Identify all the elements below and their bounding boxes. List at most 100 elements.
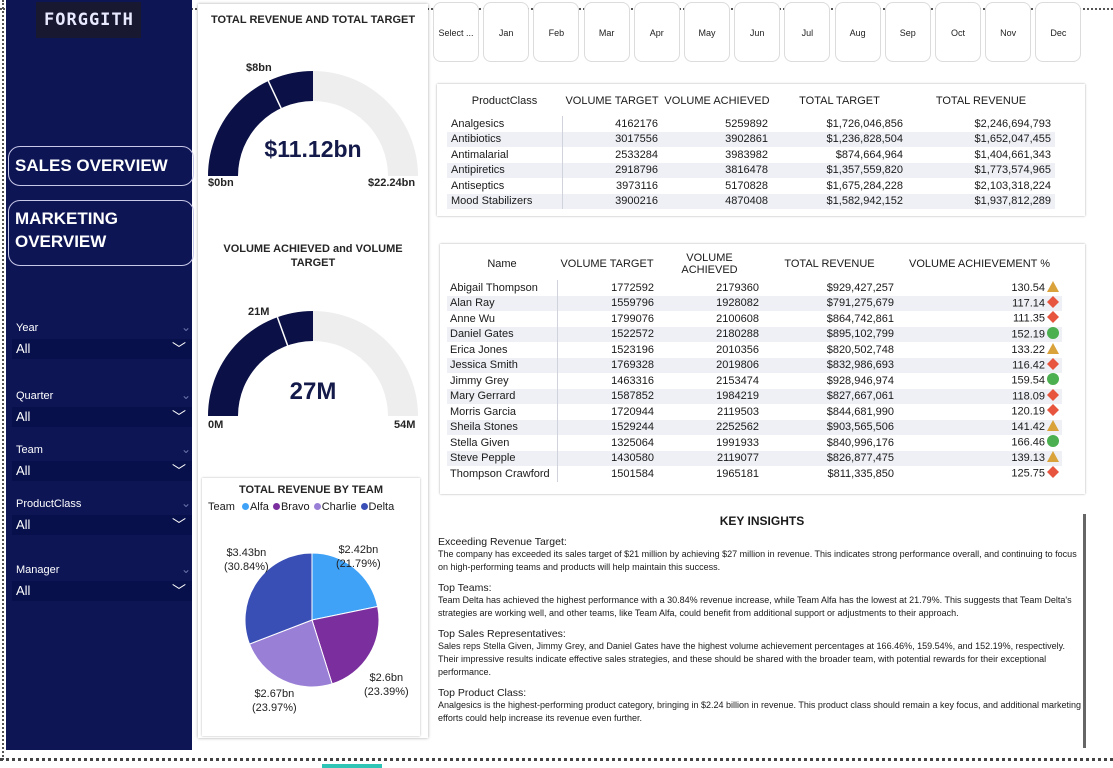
table-cell: 1991933 bbox=[657, 435, 762, 451]
insight-heading: Top Teams: bbox=[438, 582, 492, 594]
legend-item-charlie[interactable]: Charlie bbox=[310, 501, 357, 513]
circle-icon bbox=[1047, 326, 1059, 342]
table-row[interactable]: Jessica Smith 1769328 2019806 $832,986,693 1… bbox=[447, 357, 1062, 373]
month-button-jul[interactable]: Jul bbox=[784, 2, 831, 62]
table-cell: Stella Given bbox=[447, 435, 557, 451]
table-cell: $844,681,990 bbox=[762, 404, 897, 420]
product-col-header[interactable]: ProductClass bbox=[447, 94, 562, 116]
insight-body: Sales reps Stella Given, Jimmy Grey, and… bbox=[438, 641, 1066, 677]
total-target-col-header[interactable]: TOTAL TARGET bbox=[772, 94, 907, 116]
chevron-down-icon: ⌄ bbox=[181, 388, 192, 402]
legend-item-delta[interactable]: Delta bbox=[357, 501, 394, 513]
month-button-sep[interactable]: Sep bbox=[884, 2, 931, 62]
month-button-oct[interactable]: Oct bbox=[935, 2, 981, 62]
table-row[interactable]: Mary Gerrard 1587852 1984219 $827,667,061 11… bbox=[447, 388, 1062, 404]
table-cell: 4870408 bbox=[662, 193, 772, 209]
team-filter-select[interactable]: All ﹀ bbox=[12, 461, 192, 481]
cell-text: 1522572 bbox=[611, 328, 654, 341]
table-row[interactable]: Erica Jones 1523196 2010356 $820,502,748 133… bbox=[447, 342, 1062, 358]
table-row[interactable]: Jimmy Grey 1463316 2153474 $928,946,974 159.… bbox=[447, 373, 1062, 389]
cell-text: 1529244 bbox=[611, 421, 654, 434]
volume-gauge-min: 0M bbox=[208, 419, 224, 431]
month-button-jun[interactable]: Jun bbox=[734, 2, 781, 62]
cell-text: 1991933 bbox=[716, 436, 759, 449]
table-cell: $895,102,799 bbox=[762, 326, 897, 342]
quarter-filter-label: Quarter ⌄ bbox=[16, 388, 192, 402]
table-row[interactable]: Sheila Stones 1529244 2252562 $903,565,506 1… bbox=[447, 419, 1062, 435]
sales-overview-button[interactable]: SALES OVERVIEW bbox=[8, 146, 194, 186]
table-row[interactable]: Antipiretics 2918796 3816478 $1,357,559,820… bbox=[447, 162, 1055, 178]
volume-achievement-col-header[interactable]: VOLUME ACHIEVEMENT % bbox=[897, 252, 1062, 280]
manager-filter-select[interactable]: All ﹀ bbox=[12, 581, 192, 601]
table-row[interactable]: Steve Pepple 1430580 2119077 $826,877,475 13… bbox=[447, 450, 1062, 466]
cell-text: 1772592 bbox=[611, 281, 654, 294]
table-cell: 2179360 bbox=[657, 280, 762, 296]
cell-text: 117.14 bbox=[1012, 297, 1045, 310]
insight-heading: Exceeding Revenue Target: bbox=[438, 536, 567, 548]
table-cell: $874,664,964 bbox=[835, 148, 903, 161]
month-button-feb[interactable]: Feb bbox=[533, 2, 580, 62]
month-button-jan[interactable]: Jan bbox=[483, 2, 530, 62]
table-row[interactable]: Antiseptics 3973116 5170828 $1,675,284,228 $… bbox=[447, 178, 1055, 194]
month-button-nov[interactable]: Nov bbox=[985, 2, 1032, 62]
cell-text: 130.54 bbox=[1011, 281, 1045, 294]
cell-text: 2119077 bbox=[716, 452, 759, 465]
cell-text: $827,667,061 bbox=[826, 390, 894, 403]
table-cell: 125.75 bbox=[897, 466, 1062, 482]
productclass-filter-select[interactable]: All ﹀ bbox=[12, 515, 192, 535]
table-cell: $2,246,694,793 bbox=[974, 117, 1051, 130]
month-button-may[interactable]: May bbox=[684, 2, 730, 62]
table-row[interactable]: Antibiotics 3017556 3902861 $1,236,828,504 $… bbox=[447, 131, 1055, 147]
marketing-overview-button[interactable]: MARKETING OVERVIEW bbox=[8, 200, 194, 266]
scrollbar[interactable] bbox=[1083, 514, 1086, 748]
table-cell: 141.42 bbox=[897, 419, 1062, 435]
volume-target-col-header[interactable]: VOLUME TARGET bbox=[562, 94, 662, 116]
month-select-all[interactable]: Select ... bbox=[433, 2, 479, 62]
table-row[interactable]: Abigail Thompson 1772592 2179360 $929,427,2… bbox=[447, 280, 1062, 296]
total-revenue-col-header[interactable]: TOTAL REVENUE bbox=[907, 94, 1055, 116]
cell-text: 2252562 bbox=[716, 421, 759, 434]
month-button-mar[interactable]: Mar bbox=[583, 2, 630, 62]
triangle-icon bbox=[1047, 420, 1059, 434]
table-row[interactable]: Morris Garcia 1720944 2119503 $844,681,990 1… bbox=[447, 404, 1062, 420]
table-row[interactable]: Alan Ray 1559796 1928082 $791,275,679 117.14 bbox=[447, 295, 1062, 311]
legend-item-bravo[interactable]: Bravo bbox=[269, 501, 310, 513]
table-row[interactable]: Stella Given 1325064 1991933 $840,996,176 16… bbox=[447, 435, 1062, 451]
table-cell: $1,726,046,856 bbox=[826, 117, 903, 130]
table-row[interactable]: Anne Wu 1799076 2100608 $864,742,861 111.35 bbox=[447, 311, 1062, 327]
table-row[interactable]: Analgesics 4162176 5259892 $1,726,046,856 $2… bbox=[447, 116, 1055, 132]
table-row[interactable]: Antimalarial 2533284 3983982 $874,664,964 $1… bbox=[447, 147, 1055, 163]
name-col-header[interactable]: Name bbox=[447, 252, 557, 280]
table-cell: 130.54 bbox=[897, 280, 1062, 296]
table-cell: 5170828 bbox=[725, 179, 768, 192]
month-button-dec[interactable]: Dec bbox=[1035, 2, 1082, 62]
cell-text: 2119503 bbox=[716, 405, 759, 418]
table-cell: 3017556 bbox=[561, 131, 662, 147]
cell-text: $929,427,257 bbox=[826, 281, 894, 294]
table-cell: 2180288 bbox=[657, 326, 762, 342]
table-cell: $928,946,974 bbox=[762, 373, 897, 389]
total-revenue-col-header[interactable]: TOTAL REVENUE bbox=[762, 252, 897, 280]
pie-label-alfa: $2.42bn (21.79%) bbox=[336, 544, 381, 570]
table-cell: $929,427,257 bbox=[762, 280, 897, 296]
legend-item-alfa[interactable]: Alfa bbox=[238, 501, 269, 513]
chevron-down-icon: ⌄ bbox=[181, 562, 192, 576]
table-row[interactable]: Mood Stabilizers 3900216 4870408 $1,582,942… bbox=[447, 193, 1055, 209]
year-filter-select[interactable]: All ﹀ bbox=[12, 339, 192, 359]
revenue-gauge-min: $0bn bbox=[208, 177, 234, 189]
table-cell: 3902861 bbox=[662, 131, 772, 147]
chevron-down-icon: ⌄ bbox=[181, 320, 192, 334]
volume-achieved-col-header[interactable]: VOLUME ACHIEVED bbox=[662, 94, 772, 116]
cell-text: Jimmy Grey bbox=[450, 374, 509, 387]
table-row[interactable]: Daniel Gates 1522572 2180288 $895,102,799 15… bbox=[447, 326, 1062, 342]
month-button-aug[interactable]: Aug bbox=[834, 2, 881, 62]
table-row[interactable]: Thompson Crawford 1501584 1965181 $811,335,… bbox=[447, 466, 1062, 482]
quarter-filter-select[interactable]: All ﹀ bbox=[12, 407, 192, 427]
page-tab-indicator[interactable] bbox=[322, 764, 382, 768]
month-button-apr[interactable]: Apr bbox=[633, 2, 680, 62]
table-cell: 2019806 bbox=[657, 357, 762, 373]
table-cell: 1799076 bbox=[556, 311, 657, 327]
triangle-icon bbox=[1047, 342, 1059, 357]
volume-target-col-header[interactable]: VOLUME TARGET bbox=[557, 252, 657, 280]
volume-achieved-col-header[interactable]: VOLUME ACHIEVED bbox=[657, 252, 762, 280]
